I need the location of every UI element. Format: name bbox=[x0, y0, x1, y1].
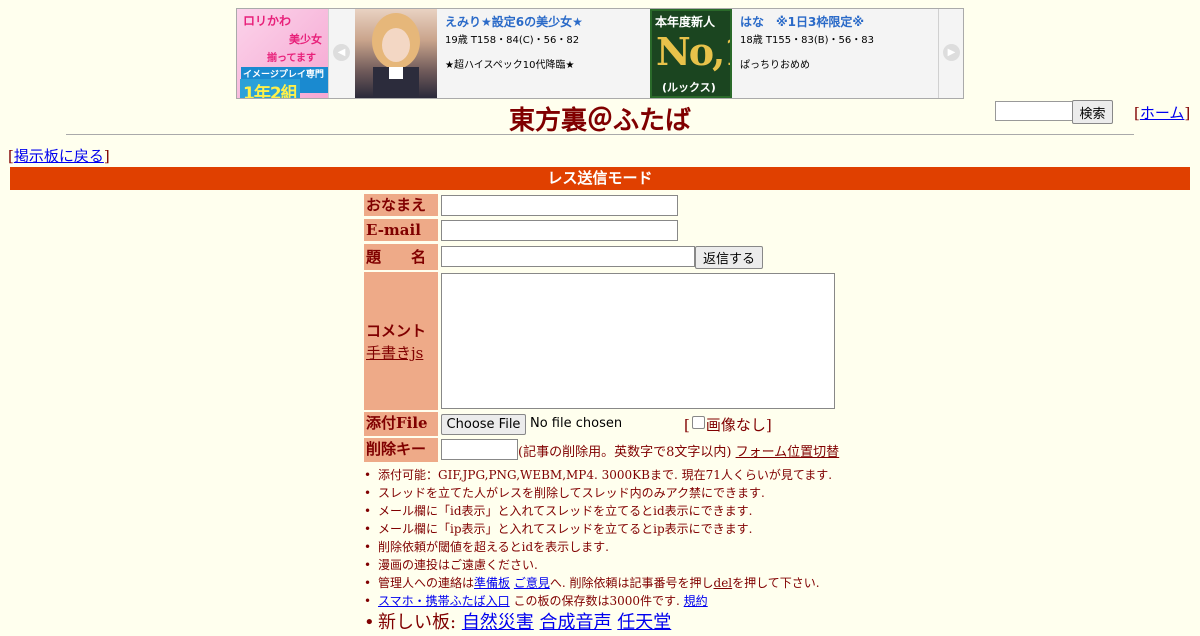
ad-left-text: 1年2組 bbox=[240, 79, 300, 98]
list-item: 新しい板: 自然災害 合成音声 任天堂 bbox=[364, 610, 832, 636]
ad-photo[interactable] bbox=[355, 9, 437, 98]
ad-photo-figure bbox=[372, 13, 420, 98]
ad-photo-text: 本年度新人 bbox=[655, 15, 716, 29]
del-link[interactable]: del bbox=[714, 576, 733, 590]
rule-text: 管理人への連絡は bbox=[378, 576, 475, 590]
comment-textarea[interactable] bbox=[441, 273, 835, 409]
mobile-entrance-link[interactable]: スマホ・携帯ふたば入口 bbox=[378, 594, 510, 608]
ad-banner[interactable]: ロリかわ 美少女 揃ってます イメージプレイ専門店 1年2組 ◀ えみり★設定6… bbox=[236, 8, 964, 99]
opinion-link[interactable]: ご意見 bbox=[514, 576, 550, 590]
rule-text: 削除依頼が閾値を超えるとidを表示します. bbox=[378, 540, 609, 554]
comment-label-cell: コメント 手書きjs bbox=[364, 272, 438, 410]
ad-card-1[interactable]: えみり★設定6の美少女★ 19歳 T158・84(C)・56・82 ★超ハイスペ… bbox=[355, 9, 647, 98]
comment-label: コメント bbox=[366, 322, 427, 340]
chevron-right-icon: ▶ bbox=[943, 44, 960, 61]
search-button[interactable]: 検索 bbox=[1072, 100, 1113, 124]
email-label: E-mail bbox=[364, 219, 438, 241]
rule-text: メール欄に「id表示」と入れてスレッドを立てるとid表示にできます. bbox=[378, 504, 753, 518]
rule-text: 添付可能：GIF,JPG,PNG,WEBM,MP4. 3000KBまで. 現在7… bbox=[378, 468, 833, 482]
rule-text: を押して下さい. bbox=[732, 576, 820, 590]
no-image-checkbox[interactable] bbox=[692, 416, 705, 429]
ad-name[interactable]: えみり★設定6の美少女★ bbox=[445, 13, 645, 30]
delkey-label: 削除キー bbox=[364, 438, 438, 462]
subject-label: 題 名 bbox=[364, 244, 438, 270]
prep-board-link[interactable]: 準備板 bbox=[474, 576, 510, 590]
file-label: 添付File bbox=[364, 412, 438, 436]
mode-banner: レス送信モード bbox=[10, 167, 1190, 190]
name-label: おなまえ bbox=[364, 194, 438, 216]
ad-left-text: 美少女 bbox=[289, 33, 322, 46]
terms-link[interactable]: 規約 bbox=[684, 594, 708, 608]
ad-card-2[interactable]: 本年度新人 No,1 (ルックス) はな ※1日3枠限定※ 18歳 T155・8… bbox=[650, 9, 938, 98]
ad-left-text: ロリかわ bbox=[243, 14, 292, 28]
list-item: 添付可能：GIF,JPG,PNG,WEBM,MP4. 3000KBまで. 現在7… bbox=[364, 466, 832, 484]
handwrite-link[interactable]: 手書きjs bbox=[366, 342, 423, 363]
delkey-note: (記事の削除用。英数字で8文字以内) bbox=[518, 445, 732, 460]
ad-left-text: 揃ってます bbox=[267, 53, 316, 64]
rule-text: 漫画の連投はご遠慮ください. bbox=[378, 558, 538, 572]
ad-photo-text: (ルックス) bbox=[662, 81, 716, 94]
list-item: 管理人への連絡は準備板 ご意見へ. 削除依頼は記事番号を押しdelを押して下さい… bbox=[364, 574, 832, 592]
submit-reply-button[interactable]: 返信する bbox=[695, 246, 763, 269]
list-item: メール欄に「id表示」と入れてスレッドを立てるとid表示にできます. bbox=[364, 502, 832, 520]
list-item: スレッドを立てた人がレスを削除してスレッド内のみアク禁にできます. bbox=[364, 484, 832, 502]
list-item: スマホ・携帯ふたば入口 この板の保存数は3000件です. 規約 bbox=[364, 592, 832, 610]
rule-text: へ. 削除依頼は記事番号を押し bbox=[549, 576, 714, 590]
subject-input[interactable] bbox=[441, 246, 695, 267]
list-item: 漫画の連投はご遠慮ください. bbox=[364, 556, 832, 574]
ad-left-image[interactable]: ロリかわ 美少女 揃ってます イメージプレイ専門店 1年2組 bbox=[237, 9, 328, 98]
form-position-link[interactable]: フォーム位置切替 bbox=[736, 445, 840, 460]
no-image-label: 画像なし bbox=[705, 416, 766, 434]
email-input[interactable] bbox=[441, 220, 678, 241]
list-item: メール欄に「ip表示」と入れてスレッドを立てるとip表示にできます. bbox=[364, 520, 832, 538]
delkey-note-wrap: (記事の削除用。英数字で8文字以内) フォーム位置切替 bbox=[518, 441, 839, 460]
choose-file-button[interactable]: Choose File bbox=[441, 414, 526, 435]
search-input[interactable] bbox=[995, 101, 1074, 121]
back-to-board-link[interactable]: 掲示板に戻る bbox=[14, 147, 104, 165]
ad-prev-button[interactable]: ◀ bbox=[328, 9, 356, 98]
ad-photo[interactable]: 本年度新人 No,1 (ルックス) bbox=[650, 9, 732, 98]
name-input[interactable] bbox=[441, 195, 678, 216]
ad-desc: ★超ハイスペック10代降臨★ bbox=[445, 60, 575, 71]
back-link-wrap: [掲示板に戻る] bbox=[8, 147, 110, 165]
ad-photo-text: No,1 bbox=[656, 29, 730, 74]
home-link[interactable]: ホーム bbox=[1140, 104, 1185, 122]
rule-text: この板の保存数は3000件です. bbox=[513, 594, 680, 608]
ad-name[interactable]: はな ※1日3枠限定※ bbox=[740, 13, 940, 30]
file-status: No file chosen bbox=[530, 416, 623, 431]
ad-stats: 18歳 T155・83(B)・56・83 bbox=[740, 35, 874, 46]
ad-stats: 19歳 T158・84(C)・56・82 bbox=[445, 35, 580, 46]
list-item: 削除依頼が閾値を超えるとidを表示します. bbox=[364, 538, 832, 556]
delete-key-input[interactable] bbox=[441, 439, 518, 460]
home-link-wrap: [ホーム] bbox=[1134, 104, 1191, 122]
rule-text: メール欄に「ip表示」と入れてスレッドを立てるとip表示にできます. bbox=[378, 522, 753, 536]
ad-desc: ぱっちりおめめ bbox=[740, 60, 810, 71]
chevron-left-icon: ◀ bbox=[333, 44, 350, 61]
divider bbox=[66, 134, 1134, 135]
ad-next-button[interactable]: ▶ bbox=[938, 9, 963, 98]
rule-text: スレッドを立てた人がレスを削除してスレッド内のみアク禁にできます. bbox=[378, 486, 765, 500]
rules-list: 添付可能：GIF,JPG,PNG,WEBM,MP4. 3000KBまで. 現在7… bbox=[364, 466, 832, 636]
